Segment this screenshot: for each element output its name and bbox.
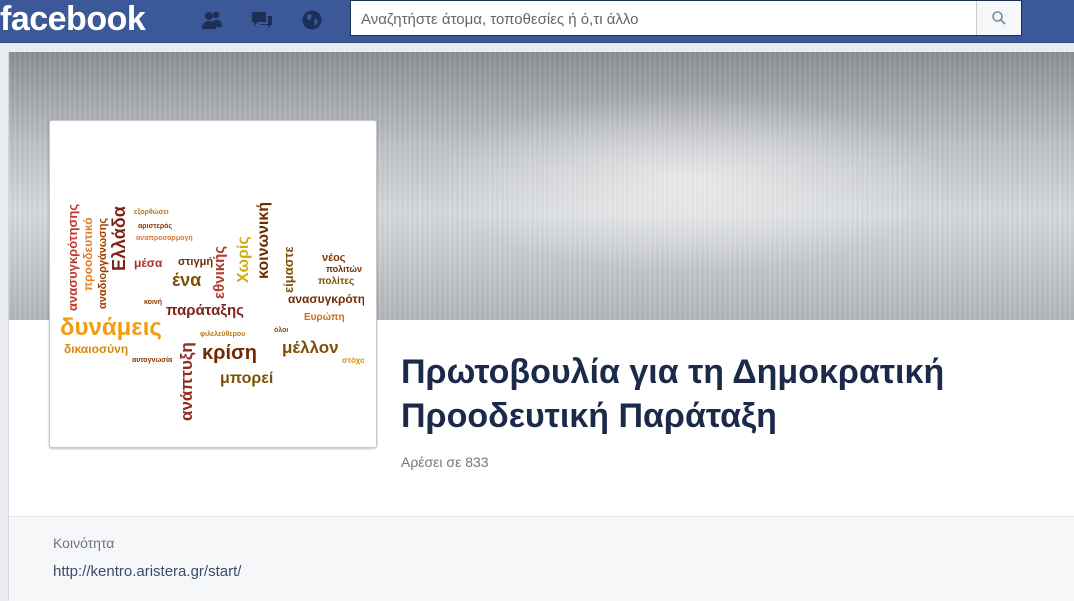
word-cloud-word: εξορθώσει xyxy=(134,209,169,216)
page-info-bar: Κοινότητα http://kentro.aristera.gr/star… xyxy=(9,516,1074,601)
word-cloud-word: μέλλον xyxy=(282,338,339,357)
word-cloud-word: Χωρίς xyxy=(235,236,252,283)
word-cloud-word: αναδιοργάνωσης xyxy=(97,217,109,309)
search-box xyxy=(350,0,1022,36)
page-title[interactable]: Πρωτοβουλία για τη Δημοκρατική Προοδευτι… xyxy=(401,350,1071,438)
word-cloud-word: πολιτών xyxy=(326,264,363,274)
word-cloud-word: δικαιοσύνη xyxy=(64,342,129,356)
friends-icon[interactable] xyxy=(200,8,224,32)
word-cloud-word: κοινωνική xyxy=(255,201,272,279)
word-cloud-word: ανασυγκρότησης xyxy=(65,203,80,311)
word-cloud-word: μέσα xyxy=(134,256,163,270)
word-cloud-word: αναπροσαρμογή xyxy=(136,235,193,242)
word-cloud-word: ανασυγκρότηση xyxy=(288,292,364,306)
word-cloud-word: στόχο xyxy=(342,356,364,365)
page-category[interactable]: Κοινότητα xyxy=(53,535,114,551)
word-cloud-word: νέος xyxy=(322,252,346,264)
search-button[interactable] xyxy=(976,1,1021,35)
search-icon xyxy=(992,11,1006,25)
page-container: ανασυγκρότησης προοδευτικό αναδιοργάνωση… xyxy=(8,52,1074,601)
word-cloud-word: κοινή xyxy=(144,299,163,306)
word-cloud-word: ένα xyxy=(172,270,202,290)
word-cloud-word: αυτογνωσία xyxy=(132,357,173,364)
word-cloud-word: στιγμή xyxy=(178,256,214,268)
word-cloud-word: μπορεί xyxy=(220,370,274,387)
word-cloud-word: κρίση xyxy=(202,342,257,364)
word-cloud-word: δυνάμεις xyxy=(60,314,162,341)
facebook-logo[interactable]: facebook xyxy=(0,0,146,40)
word-cloud-word: πολίτες xyxy=(318,276,355,287)
word-cloud-word: είμαστε xyxy=(281,246,296,293)
search-input[interactable] xyxy=(359,7,973,31)
profile-picture[interactable]: ανασυγκρότησης προοδευτικό αναδιοργάνωση… xyxy=(49,120,377,448)
notifications-globe-icon[interactable] xyxy=(300,8,324,32)
messages-icon[interactable] xyxy=(250,8,274,32)
likes-count[interactable]: Αρέσει σε 833 xyxy=(401,454,489,470)
word-cloud-word: ανάπτυξη xyxy=(177,342,196,421)
word-cloud-word: εθνικής xyxy=(211,245,228,299)
website-link[interactable]: http://kentro.aristera.gr/start/ xyxy=(53,563,241,580)
word-cloud-word: φιλελεύθερου xyxy=(200,331,246,338)
page-title-line-2: Προοδευτική Παράταξη xyxy=(401,397,777,435)
word-cloud-word: αριστερός xyxy=(138,223,173,230)
word-cloud-word: Ευρώπη xyxy=(304,312,345,323)
word-cloud-image: ανασυγκρότησης προοδευτικό αναδιοργάνωση… xyxy=(60,131,364,435)
top-navigation-bar: facebook xyxy=(0,0,1074,43)
word-cloud-word: προοδευτικό xyxy=(81,217,95,291)
word-cloud-word: παράταξης xyxy=(166,302,244,319)
page-title-line-1: Πρωτοβουλία για τη Δημοκρατική xyxy=(401,353,945,391)
word-cloud-word: Ελλάδα xyxy=(109,206,129,271)
word-cloud-word: όλοι xyxy=(274,327,289,334)
